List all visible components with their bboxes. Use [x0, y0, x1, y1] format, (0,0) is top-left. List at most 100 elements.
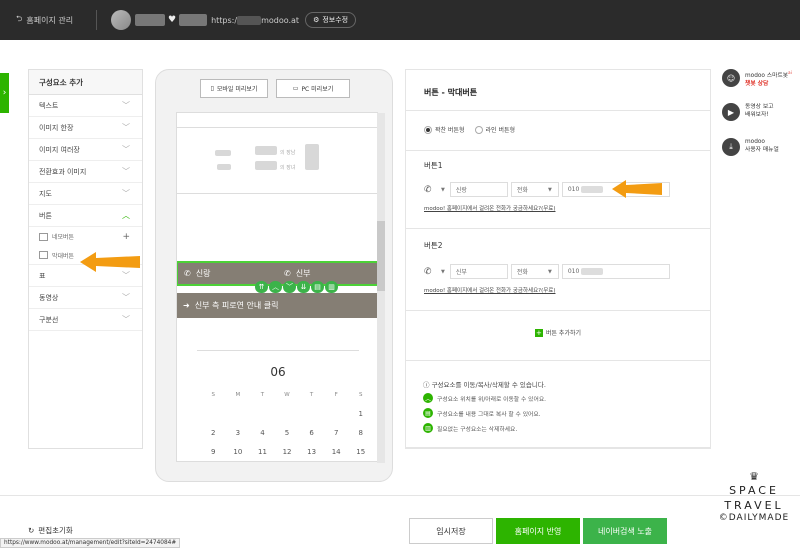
manual-download-link[interactable]: ⤓ modoo 사용자 매뉴얼	[722, 138, 779, 156]
button1-type-value: 전화	[516, 187, 528, 194]
component-item-divider[interactable]: 구분선 ﹀	[29, 309, 142, 331]
publish-button[interactable]: 홈페이지 반영	[496, 518, 580, 544]
mobile-preview-frame: ▯ 모바일 미리보기 ▭ PC 미리보기 의 장남 의 장녀 ✆ 신랑 ✆ 신부 ⇈ ︿…	[155, 69, 393, 482]
call-groom-button[interactable]: ✆ 신랑	[178, 268, 278, 279]
dropdown-arrow-icon: ▼	[441, 186, 445, 193]
component-item-video[interactable]: 동영상 ﹀	[29, 287, 142, 309]
chevron-down-icon: ﹀	[122, 145, 130, 154]
call-stats-link-1[interactable]: modoo! 홈페이지에서 걸려온 전화가 궁금하세요?(무료)	[424, 204, 556, 212]
temp-save-button[interactable]: 임시저장	[409, 518, 493, 544]
plus-icon[interactable]: +	[122, 232, 130, 242]
call-stats-link-2[interactable]: modoo! 홈페이지에서 걸려온 전화가 궁금하세요?(무료)	[424, 286, 556, 294]
component-item-button[interactable]: 버튼 ︿	[29, 205, 142, 227]
component-item[interactable]: 이미지 한장 ﹀	[29, 117, 142, 139]
move-down-icon[interactable]: ﹀	[283, 281, 296, 293]
call-bride-button[interactable]: ✆ 신부	[278, 268, 377, 279]
preview-screen: 의 장남 의 장녀 ✆ 신랑 ✆ 신부 ⇈ ︿ ﹀ ⇊ ▤ ▥ ➜ 신부 측 피로연 …	[176, 112, 378, 462]
calendar-month: 06	[270, 365, 286, 379]
dropdown-arrow-icon: ▼	[548, 186, 552, 193]
dropdown-arrow-icon: ▼	[441, 268, 445, 275]
reset-edit-button[interactable]: ↻ 편집초기화	[28, 525, 73, 536]
copy-icon[interactable]: ▤	[311, 281, 324, 293]
add-button-row[interactable]: + 버튼 추가하기	[406, 328, 710, 337]
panel-toggle-handle[interactable]: ›	[0, 73, 9, 113]
help-title: ⓘ 구성요소를 이동/복사/삭제할 수 있습니다.	[423, 381, 546, 389]
radio-checked	[424, 125, 432, 134]
site-url[interactable]: https:/ modoo.at	[211, 15, 299, 25]
calendar-week-row: 16171819202122	[201, 461, 373, 462]
reception-guide-button[interactable]: ➜ 신부 측 피로연 안내 클릭	[177, 293, 377, 318]
component-item[interactable]: 텍스트 ﹀	[29, 95, 142, 117]
component-item[interactable]: 이미지 여러장 ﹀	[29, 139, 142, 161]
preview-scrollbar[interactable]	[377, 113, 385, 463]
back-arrow-icon: ⮌	[16, 14, 23, 23]
call-bride-label: 신부	[295, 269, 311, 278]
phone-icon: ✆	[184, 269, 191, 278]
smartbot-link[interactable]: ☺ modoo 스마트봇ai 챗봇 상담	[722, 69, 792, 88]
button2-type-select[interactable]: 전화 ▼	[510, 264, 559, 279]
help-move-row: ︿ 구성요소 위치를 위/아래로 이동할 수 있어요.	[423, 393, 546, 403]
video-line2: 배워보자!	[745, 112, 769, 118]
edit-info-label: 정보수정	[322, 16, 349, 24]
move-bottom-icon[interactable]: ⇊	[297, 281, 310, 293]
component-sub-square-button[interactable]: 네모버튼 +	[29, 227, 142, 246]
manual-line2: 사용자 매뉴얼	[745, 147, 779, 153]
style-line-label: 라인 버튼형	[485, 127, 516, 134]
blurred-text	[305, 144, 319, 170]
calendar-empty	[299, 406, 324, 422]
phone-icon-select[interactable]: ✆	[424, 267, 438, 277]
robot-icon: ☺	[722, 69, 740, 87]
calendar-empty	[324, 406, 349, 422]
component-help-box: ⓘ 구성요소를 이동/복사/삭제할 수 있습니다. ︿ 구성요소 위치를 위/아래…	[405, 360, 711, 448]
calendar-day: 14	[331, 447, 341, 456]
button1-name-input[interactable]: 신랑	[449, 182, 508, 197]
style-line-radio[interactable]: 라인 버튼형	[474, 125, 516, 134]
button2-type-value: 전화	[516, 269, 528, 276]
naver-search-button[interactable]: 네이버검색 노출	[583, 518, 667, 544]
trash-icon[interactable]: ▥	[325, 281, 338, 293]
copy-icon: ▤	[423, 408, 433, 418]
pc-preview-button[interactable]: ▭ PC 미리보기	[276, 79, 350, 98]
calendar-empty	[201, 406, 226, 422]
divider	[406, 110, 710, 111]
section-divider	[177, 193, 377, 194]
weekday-label: S	[359, 392, 363, 399]
radio-unchecked	[474, 125, 483, 134]
component-label: 텍스트	[39, 101, 59, 110]
weekday-label: W	[284, 392, 290, 399]
chevron-down-icon: ﹀	[122, 189, 130, 198]
calendar-week-row: 1	[201, 405, 373, 424]
calendar-day: 9	[211, 447, 216, 456]
phone-icon-select[interactable]: ✆	[424, 185, 438, 195]
sub-label: 네모버튼	[52, 234, 75, 241]
back-to-management[interactable]: ⮌ 홈페이지 관리	[0, 13, 92, 27]
move-top-icon[interactable]: ⇈	[255, 281, 268, 293]
component-label: 표	[39, 271, 46, 280]
component-label: 동영상	[39, 293, 59, 302]
move-up-icon[interactable]: ︿	[269, 281, 282, 293]
mobile-preview-button[interactable]: ▯ 모바일 미리보기	[200, 79, 268, 98]
button2-name-value: 신부	[455, 269, 467, 276]
divider	[406, 228, 710, 229]
video-tutorial-link[interactable]: ▶ 동영상 보고 배워보자!	[722, 103, 774, 121]
component-item[interactable]: 지도 ﹀	[29, 183, 142, 205]
component-item[interactable]: 전환효과 이미지 ﹀	[29, 161, 142, 183]
calendar-day: 11	[257, 447, 267, 456]
calendar-weekday-row: SMTWTFS	[201, 386, 373, 405]
style-filled-radio[interactable]: 꽉찬 버튼형	[424, 125, 465, 134]
help-delete-row: ▥ 필요없는 구성요소는 삭제하세요.	[423, 423, 517, 433]
calendar-day: 8	[358, 428, 363, 437]
button1-name-value: 신랑	[455, 187, 467, 194]
button2-number-input[interactable]: 010	[561, 264, 670, 279]
smartbot-badge: ai	[788, 70, 792, 75]
component-label: 이미지 한장	[39, 123, 74, 132]
arrow-circle-icon: ➜	[183, 301, 190, 310]
calendar-day: 3	[235, 428, 241, 437]
button2-name-input[interactable]: 신부	[449, 264, 508, 279]
scrollbar-thumb[interactable]	[377, 221, 385, 291]
button1-type-select[interactable]: 전화 ▼	[510, 182, 559, 197]
help-delete-text: 필요없는 구성요소는 삭제하세요.	[437, 426, 518, 433]
manual-text: modoo 사용자 매뉴얼	[745, 138, 779, 154]
edit-info-button[interactable]: ⚙ 정보수정	[305, 12, 357, 28]
divider	[406, 150, 710, 151]
